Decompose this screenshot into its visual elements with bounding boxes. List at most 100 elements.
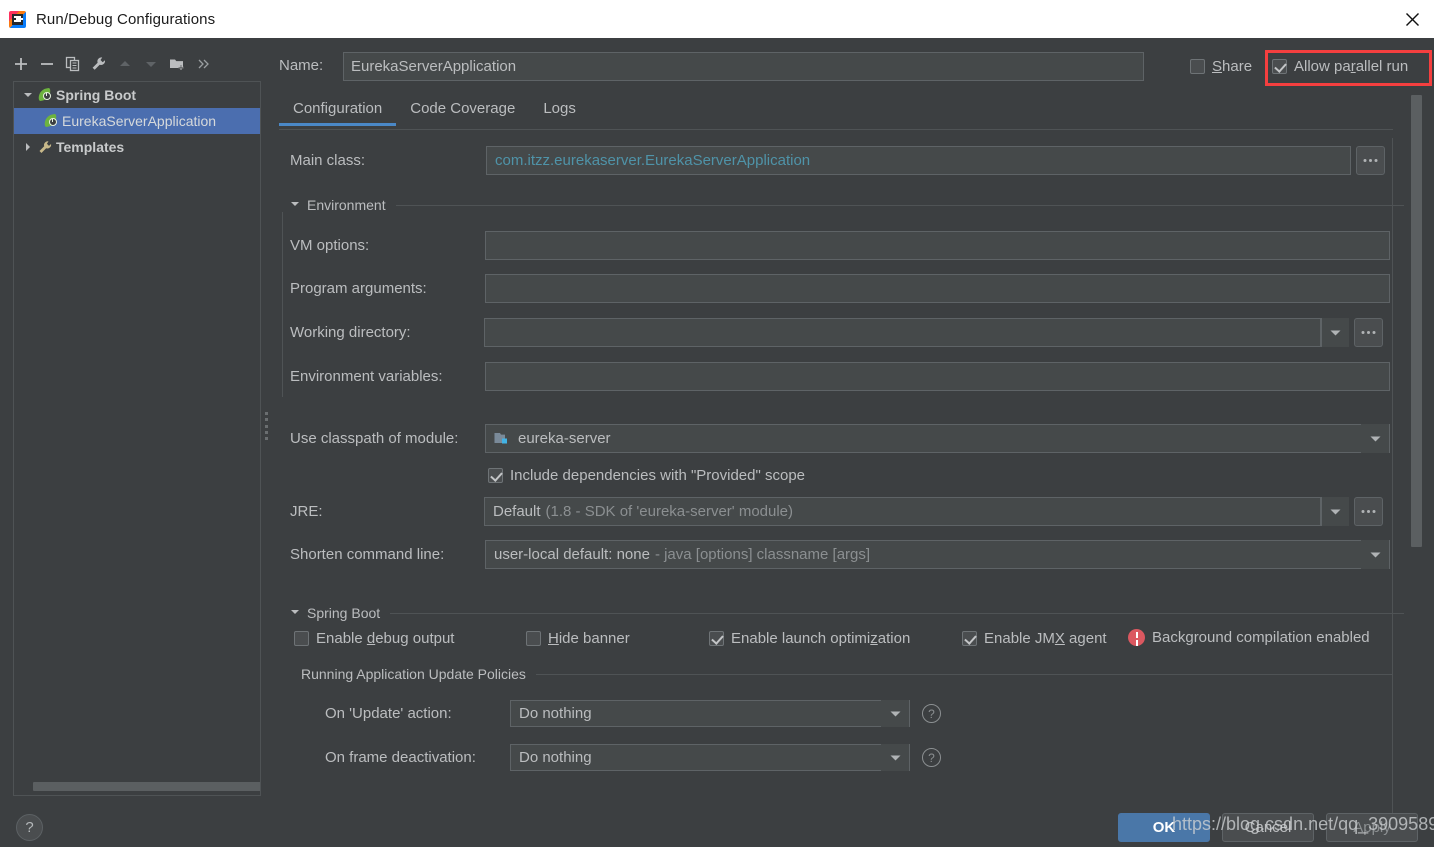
jre-dropdown-icon[interactable] [1321,497,1349,526]
name-label: Name: [279,57,324,74]
move-down-button[interactable] [138,51,164,77]
chevron-down-icon[interactable] [20,90,36,100]
chevron-right-icon[interactable] [20,142,36,152]
remove-configuration-button[interactable] [34,51,60,77]
help-button[interactable]: ? [16,814,43,841]
on-update-action-help-icon[interactable]: ? [922,704,941,723]
program-arguments-row: Program arguments: [290,274,1390,303]
enable-jmx-agent-checkbox[interactable]: Enable JMX agent [962,630,1107,647]
close-icon[interactable] [1390,0,1434,38]
working-directory-browse-button[interactable] [1354,318,1383,347]
tree-item-label: EurekaServerApplication [62,113,217,129]
enable-debug-output-label: Enable debug output [316,630,455,647]
enable-launch-optimization-checkbox-box[interactable] [709,631,724,646]
hide-banner-label: Hide banner [548,630,630,647]
intellij-idea-icon [9,10,26,28]
tab-logs[interactable]: Logs [529,98,590,126]
include-provided-scope-checkbox-box[interactable] [488,468,503,483]
move-up-button[interactable] [112,51,138,77]
shorten-command-line-suffix: - java [options] classname [args] [654,546,871,563]
environment-section-header[interactable]: Environment [290,196,1404,214]
enable-debug-output-checkbox[interactable]: Enable debug output [294,630,454,647]
classpath-module-label: Use classpath of module: [290,430,459,447]
hide-banner-checkbox-box[interactable] [526,631,541,646]
chevron-down-icon[interactable] [290,604,300,622]
name-input[interactable] [343,52,1144,81]
tree-group-templates[interactable]: Templates [14,134,260,160]
shorten-command-line-row: Shorten command line: user-local default… [290,540,1390,569]
jre-select[interactable]: Default (1.8 - SDK of 'eureka-server' mo… [484,497,1321,526]
new-folder-button[interactable] [164,51,190,77]
panel-splitter[interactable] [263,410,270,442]
apply-button[interactable]: Apply [1326,813,1418,842]
shorten-command-line-value: user-local default: none [494,546,650,563]
copy-configuration-button[interactable] [60,51,86,77]
on-update-action-row: On 'Update' action: Do nothing ? [325,700,941,727]
tabs-underline [279,129,1393,130]
update-policies-section-header: Running Application Update Policies [301,666,1393,682]
allow-parallel-run-checkbox[interactable]: Allow parallel run [1272,58,1408,75]
edit-templates-button[interactable] [86,51,112,77]
classpath-module-dropdown-icon[interactable] [1361,424,1389,453]
working-directory-dropdown-icon[interactable] [1321,318,1349,347]
section-divider [395,204,1404,206]
content-vertical-scrollbar[interactable] [1411,95,1422,547]
vm-options-row: VM options: [290,231,1390,260]
share-checkbox-box[interactable] [1190,59,1205,74]
module-icon [494,431,510,446]
tree-group-label: Templates [56,139,125,155]
on-frame-deactivation-help-icon[interactable]: ? [922,748,941,767]
main-class-browse-button[interactable] [1356,146,1385,175]
share-checkbox[interactable]: Share [1190,58,1252,75]
spring-boot-icon [36,87,54,103]
chevron-down-icon[interactable] [290,196,300,214]
tree-horizontal-scrollbar[interactable] [33,782,260,791]
chevron-down-icon[interactable] [881,700,909,727]
program-arguments-label: Program arguments: [290,280,427,297]
tree-item-eureka-server-application[interactable]: EurekaServerApplication [14,108,260,134]
shorten-command-line-select[interactable]: user-local default: none - java [options… [485,540,1390,569]
on-update-action-label: On 'Update' action: [325,705,452,722]
add-configuration-button[interactable] [8,51,34,77]
configuration-tabs: Configuration Code Coverage Logs [279,98,1393,130]
shorten-command-line-label: Shorten command line: [290,546,445,563]
wrench-icon [36,139,54,155]
allow-parallel-run-checkbox-box[interactable] [1272,59,1287,74]
chevron-down-icon[interactable] [881,744,909,771]
working-directory-label: Working directory: [290,324,411,341]
jre-label: JRE: [290,503,323,520]
enable-launch-optimization-label: Enable launch optimization [731,630,911,647]
vm-options-input[interactable] [485,231,1390,260]
jre-browse-button[interactable] [1354,497,1383,526]
shorten-command-line-dropdown-icon[interactable] [1361,540,1389,569]
ok-button[interactable]: OK [1118,813,1210,842]
classpath-module-select[interactable]: eureka-server [485,424,1390,453]
tree-group-label: Spring Boot [56,87,137,103]
tree-group-spring-boot[interactable]: Spring Boot [14,82,260,108]
classpath-module-row: Use classpath of module: eureka-server [290,424,1390,453]
configurations-toolbar [8,50,266,77]
main-class-input[interactable]: com.itzz.eurekaserver.EurekaServerApplic… [486,146,1351,175]
enable-jmx-agent-checkbox-box[interactable] [962,631,977,646]
cancel-button[interactable]: Cancel [1222,813,1314,842]
enable-launch-optimization-checkbox[interactable]: Enable launch optimization [709,630,910,647]
on-frame-deactivation-select[interactable]: Do nothing [510,744,910,771]
spring-boot-section-header[interactable]: Spring Boot [290,604,1404,622]
enable-debug-output-checkbox-box[interactable] [294,631,309,646]
environment-variables-input[interactable] [485,362,1390,391]
enable-jmx-agent-label: Enable JMX agent [984,630,1107,647]
on-update-action-select[interactable]: Do nothing [510,700,910,727]
working-directory-input[interactable] [484,318,1321,347]
hide-banner-checkbox[interactable]: Hide banner [526,630,630,647]
tab-configuration[interactable]: Configuration [279,98,397,126]
program-arguments-input[interactable] [485,274,1390,303]
include-provided-scope-checkbox[interactable]: Include dependencies with "Provided" sco… [488,467,805,484]
tab-code-coverage[interactable]: Code Coverage [396,98,529,126]
more-options-button[interactable] [190,51,216,77]
share-label: Share [1212,58,1253,75]
main-class-label: Main class: [290,152,366,169]
section-divider [535,673,1393,675]
update-policies-title: Running Application Update Policies [301,666,526,682]
configurations-tree[interactable]: Spring Boot EurekaServerApplication Temp… [13,81,261,796]
include-provided-scope-label: Include dependencies with "Provided" sco… [510,467,806,484]
